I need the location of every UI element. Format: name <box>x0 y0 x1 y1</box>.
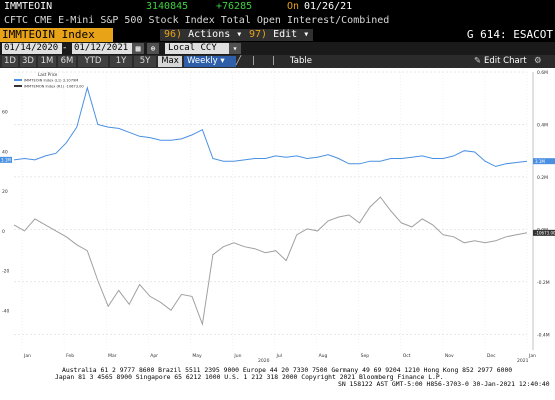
left-tick-label: -20 <box>2 269 9 275</box>
series-line-1 <box>13 85 528 167</box>
x-tick-label: Jan <box>528 353 536 359</box>
x-tick-label: Oct <box>403 353 411 359</box>
legend-swatch-gray <box>14 85 22 87</box>
right-tick-label: 0.4M <box>537 122 548 128</box>
period-5y[interactable]: 5Y <box>134 56 156 67</box>
tool-separator-icon: | <box>272 56 275 66</box>
security-field[interactable]: IMMTEOIN Index <box>0 28 113 42</box>
frequency-label: Weekly <box>187 56 218 66</box>
right-tick-label: 0.6M <box>537 70 548 76</box>
frequency-select[interactable]: Weekly ▾ <box>184 56 236 67</box>
tool-separator-icon: | <box>252 56 255 66</box>
x-tick-label: Sep <box>361 353 370 359</box>
period-ytd[interactable]: YTD <box>78 56 108 67</box>
footer-session: SN 158122 AST GMT-5:00 H856-3703-0 30-Ja… <box>338 380 550 388</box>
chevron-down-icon: ▾ <box>236 29 243 40</box>
currency-chevron-icon[interactable]: ▾ <box>229 43 241 54</box>
command-bar: IMMTEOIN Index 96) Actions ▾ 97) Edit ▾ … <box>0 28 555 42</box>
period-3d[interactable]: 3D <box>20 56 36 67</box>
year-label: 2021 <box>517 358 529 364</box>
security-description: CFTC CME E-Mini S&P 500 Stock Index Tota… <box>4 15 390 26</box>
date-range-bar: 01/14/2020 - 01/12/2021 ▦ ⊕ Local CCY ▾ <box>0 42 555 55</box>
chevron-down-icon: ▾ <box>303 29 310 40</box>
chart-area[interactable]: Last Price IMMTEOIN Index (L1) 3.1079M I… <box>0 68 555 366</box>
bullet-icon: 96) <box>164 29 183 40</box>
footer: Australia 61 2 9777 8600 Brazil 5511 239… <box>0 366 555 400</box>
left-tick-label: 0 <box>2 229 5 235</box>
left-tick-label: -40 <box>2 308 9 314</box>
x-tick-label: Mar <box>108 353 117 359</box>
legend-title: Last Price <box>38 72 58 77</box>
on-label: On <box>287 1 300 12</box>
legend-series-1: IMMTEOIN Index (L1) 3.1079M <box>24 79 78 83</box>
edit-label: Edit <box>273 29 298 40</box>
settings-icon[interactable]: ⚙ <box>534 56 542 67</box>
x-tick-label: Aug <box>319 353 328 359</box>
legend-series-2: IMMTEMON Index (R1) -10673.00 <box>24 85 84 89</box>
right-tick-label: 0.2M <box>537 175 548 181</box>
line-tool-icon[interactable]: ╱ <box>236 56 241 67</box>
period-max[interactable]: Max <box>158 56 182 67</box>
series-end-label: -10673.00 <box>535 230 555 235</box>
left-tick-label: 40 <box>2 149 8 155</box>
currency-label: Local CCY <box>168 43 217 53</box>
series-end-label: 3.1M <box>535 159 545 164</box>
right-tick-label: -0.2M <box>537 280 550 286</box>
period-1y[interactable]: 1Y <box>110 56 132 67</box>
start-date-field[interactable]: 01/14/2020 <box>2 43 62 54</box>
x-tick-label: Jun <box>233 353 241 359</box>
x-tick-label: Dec <box>487 353 496 359</box>
edit-menu[interactable]: 97) Edit ▾ <box>245 29 314 41</box>
header-row: IMMTEOIN 3140845 +76285 On 01/26/21 <box>0 0 555 14</box>
x-tick-label: Jul <box>276 353 282 359</box>
x-tick-label: Nov <box>445 353 454 359</box>
x-tick-label: Feb <box>66 353 74 359</box>
edit-chart-button[interactable]: Edit Chart <box>484 56 527 67</box>
line-chart: Last Price IMMTEOIN Index (L1) 3.1079M I… <box>0 70 555 364</box>
function-code: G 614: ESACOT <box>466 28 553 41</box>
period-1d[interactable]: 1D <box>2 56 18 67</box>
date-value: 01/26/21 <box>304 1 353 12</box>
period-1m[interactable]: 1M <box>38 56 56 67</box>
actions-label: Actions <box>188 29 231 40</box>
end-date-field[interactable]: 01/12/2021 <box>72 43 132 54</box>
pencil-icon[interactable]: ✎ <box>474 56 481 67</box>
legend: Last Price IMMTEOIN Index (L1) 3.1079M I… <box>14 72 84 89</box>
chevron-down-icon: ▾ <box>220 56 225 66</box>
last-value: 3140845 <box>146 1 189 12</box>
period-6m[interactable]: 6M <box>58 56 76 67</box>
zoom-icon[interactable]: ⊕ <box>147 43 159 54</box>
left-tick-label: 20 <box>2 189 8 195</box>
left-value-label: 3.1M <box>1 157 11 162</box>
year-label: 2020 <box>258 358 270 364</box>
x-tick-label: Apr <box>150 353 158 359</box>
description-row: CFTC CME E-Mini S&P 500 Stock Index Tota… <box>0 14 555 28</box>
calendar-icon[interactable]: ▦ <box>132 43 144 54</box>
bullet-icon: 97) <box>249 29 268 40</box>
period-bar: 1D 3D 1M 6M YTD 1Y 5Y Max Weekly ▾ ╱ | |… <box>0 55 555 68</box>
change-value: +76285 <box>216 1 253 12</box>
left-tick-label: 60 <box>2 110 8 116</box>
currency-select[interactable]: Local CCY <box>165 43 231 54</box>
x-tick-label: Jan <box>23 353 31 359</box>
legend-swatch-blue <box>14 79 22 81</box>
x-tick-label: May <box>192 353 202 359</box>
date-separator: - <box>62 43 68 53</box>
series-line-2 <box>13 196 528 327</box>
right-tick-label: -0.4M <box>537 332 550 338</box>
ticker-label: IMMTEOIN <box>4 1 53 12</box>
table-button[interactable]: Table <box>290 56 312 67</box>
actions-menu[interactable]: 96) Actions ▾ <box>160 29 247 41</box>
